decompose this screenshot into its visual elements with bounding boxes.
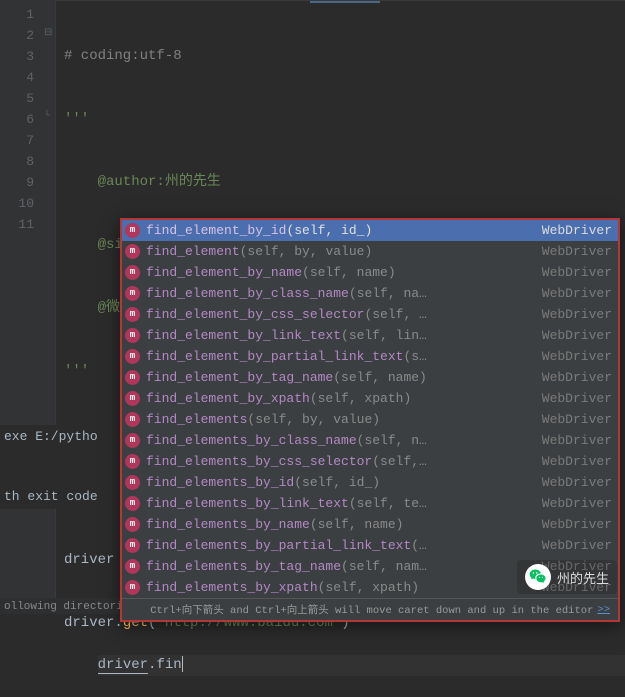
autocomplete-type: WebDriver (542, 223, 612, 238)
line-number: 9 (14, 172, 34, 193)
autocomplete-item[interactable]: m find_element_by_tag_name(self, name) Web… (122, 367, 618, 388)
autocomplete-signature: find_elements_by_partial_link_text(… (146, 538, 534, 553)
autocomplete-type: WebDriver (542, 286, 612, 301)
autocomplete-signature: find_elements_by_tag_name(self, nam… (146, 559, 534, 574)
method-icon: m (125, 433, 140, 448)
method-icon: m (125, 517, 140, 532)
method-icon: m (125, 454, 140, 469)
console-panel: exe E:/pytho th exit code (0, 425, 120, 509)
autocomplete-item[interactable]: m find_elements_by_partial_link_text(… Web… (122, 535, 618, 556)
autocomplete-type: WebDriver (542, 244, 612, 259)
autocomplete-type: WebDriver (542, 370, 612, 385)
autocomplete-signature: find_element_by_css_selector(self, … (146, 307, 534, 322)
autocomplete-item[interactable]: m find_element(self, by, value) WebDriver (122, 241, 618, 262)
method-icon: m (125, 391, 140, 406)
line-number: 3 (14, 46, 34, 67)
autocomplete-item[interactable]: m find_elements_by_class_name(self, n… Web… (122, 430, 618, 451)
autocomplete-item[interactable]: m find_element_by_link_text(self, lin… Web… (122, 325, 618, 346)
autocomplete-signature: find_elements(self, by, value) (146, 412, 534, 427)
autocomplete-type: WebDriver (542, 307, 612, 322)
autocomplete-signature: find_elements_by_name(self, name) (146, 517, 534, 532)
autocomplete-type: WebDriver (542, 517, 612, 532)
autocomplete-item[interactable]: m find_elements_by_name(self, name) WebDri… (122, 514, 618, 535)
autocomplete-item[interactable]: m find_element_by_name(self, name) WebDriv… (122, 262, 618, 283)
method-icon: m (125, 328, 140, 343)
method-icon: m (125, 412, 140, 427)
code-line: # coding:utf-8 (64, 46, 625, 67)
line-number: 7 (14, 130, 34, 151)
autocomplete-signature: find_element_by_name(self, name) (146, 265, 534, 280)
method-icon: m (125, 475, 140, 490)
method-icon: m (125, 307, 140, 322)
method-icon: m (125, 370, 140, 385)
autocomplete-type: WebDriver (542, 328, 612, 343)
method-icon: m (125, 580, 140, 595)
code-current-line: driver.fin (98, 655, 625, 676)
autocomplete-signature: find_elements_by_xpath(self, xpath) (146, 580, 534, 595)
method-icon: m (125, 244, 140, 259)
autocomplete-item[interactable]: m find_element_by_css_selector(self, … Web… (122, 304, 618, 325)
method-icon: m (125, 265, 140, 280)
line-number: 4 (14, 67, 34, 88)
console-line: th exit code (0, 485, 120, 509)
autocomplete-signature: find_elements_by_link_text(self, te… (146, 496, 534, 511)
autocomplete-signature: find_element(self, by, value) (146, 244, 534, 259)
line-number-gutter: 1 2 3 4 5 6 7 8 9 10 11 (0, 0, 42, 614)
autocomplete-signature: find_elements_by_css_selector(self,… (146, 454, 534, 469)
autocomplete-item[interactable]: m find_elements_by_css_selector(self,… Web… (122, 451, 618, 472)
method-icon: m (125, 538, 140, 553)
line-number: 8 (14, 151, 34, 172)
wechat-watermark: 州的先生 (517, 560, 617, 594)
fold-end-icon: └ (44, 111, 50, 122)
autocomplete-type: WebDriver (542, 538, 612, 553)
autocomplete-item[interactable]: m find_element_by_class_name(self, na… Web… (122, 283, 618, 304)
autocomplete-item[interactable]: m find_element_by_id(self, id_) WebDriver (122, 220, 618, 241)
autocomplete-type: WebDriver (542, 475, 612, 490)
autocomplete-type: WebDriver (542, 496, 612, 511)
autocomplete-type: WebDriver (542, 454, 612, 469)
line-number: 2 (14, 25, 34, 46)
autocomplete-type: WebDriver (542, 412, 612, 427)
watermark-text: 州的先生 (557, 568, 609, 587)
caret-icon (182, 656, 183, 672)
autocomplete-type: WebDriver (542, 391, 612, 406)
line-number: 10 (14, 193, 34, 214)
console-line: exe E:/pytho (0, 425, 120, 449)
autocomplete-hint-text: Ctrl+向下箭头 and Ctrl+向上箭头 will move caret … (150, 602, 593, 617)
autocomplete-item[interactable]: m find_elements_by_link_text(self, te… Web… (122, 493, 618, 514)
autocomplete-signature: find_elements_by_id(self, id_) (146, 475, 534, 490)
autocomplete-type: WebDriver (542, 433, 612, 448)
autocomplete-item[interactable]: m find_elements(self, by, value) WebDriver (122, 409, 618, 430)
code-line: ''' (64, 109, 625, 130)
line-number: 11 (14, 214, 34, 235)
autocomplete-hint: Ctrl+向下箭头 and Ctrl+向上箭头 will move caret … (122, 598, 618, 620)
method-icon: m (125, 349, 140, 364)
autocomplete-item[interactable]: m find_element_by_xpath(self, xpath) WebDr… (122, 388, 618, 409)
autocomplete-list[interactable]: mfind_element_by_id(self, id_)WebDriverm… (122, 220, 618, 598)
method-icon: m (125, 286, 140, 301)
autocomplete-signature: find_elements_by_class_name(self, n… (146, 433, 534, 448)
autocomplete-item[interactable]: m find_element_by_partial_link_text(s… Web… (122, 346, 618, 367)
wechat-icon (525, 564, 551, 590)
autocomplete-type: WebDriver (542, 265, 612, 280)
autocomplete-signature: find_element_by_link_text(self, lin… (146, 328, 534, 343)
autocomplete-signature: find_element_by_tag_name(self, name) (146, 370, 534, 385)
autocomplete-signature: find_element_by_class_name(self, na… (146, 286, 534, 301)
line-number: 6 (14, 109, 34, 130)
autocomplete-type: WebDriver (542, 349, 612, 364)
method-icon: m (125, 223, 140, 238)
autocomplete-item[interactable]: m find_elements_by_id(self, id_) WebDriver (122, 472, 618, 493)
code-line: @author:州的先生 (64, 172, 625, 193)
autocomplete-signature: find_element_by_partial_link_text(s… (146, 349, 534, 364)
fold-column: ⊟ └ (42, 0, 56, 614)
autocomplete-signature: find_element_by_id(self, id_) (146, 223, 534, 238)
line-number: 5 (14, 88, 34, 109)
method-icon: m (125, 559, 140, 574)
autocomplete-signature: find_element_by_xpath(self, xpath) (146, 391, 534, 406)
method-icon: m (125, 496, 140, 511)
line-number: 1 (14, 4, 34, 25)
fold-start-icon[interactable]: ⊟ (44, 27, 52, 39)
